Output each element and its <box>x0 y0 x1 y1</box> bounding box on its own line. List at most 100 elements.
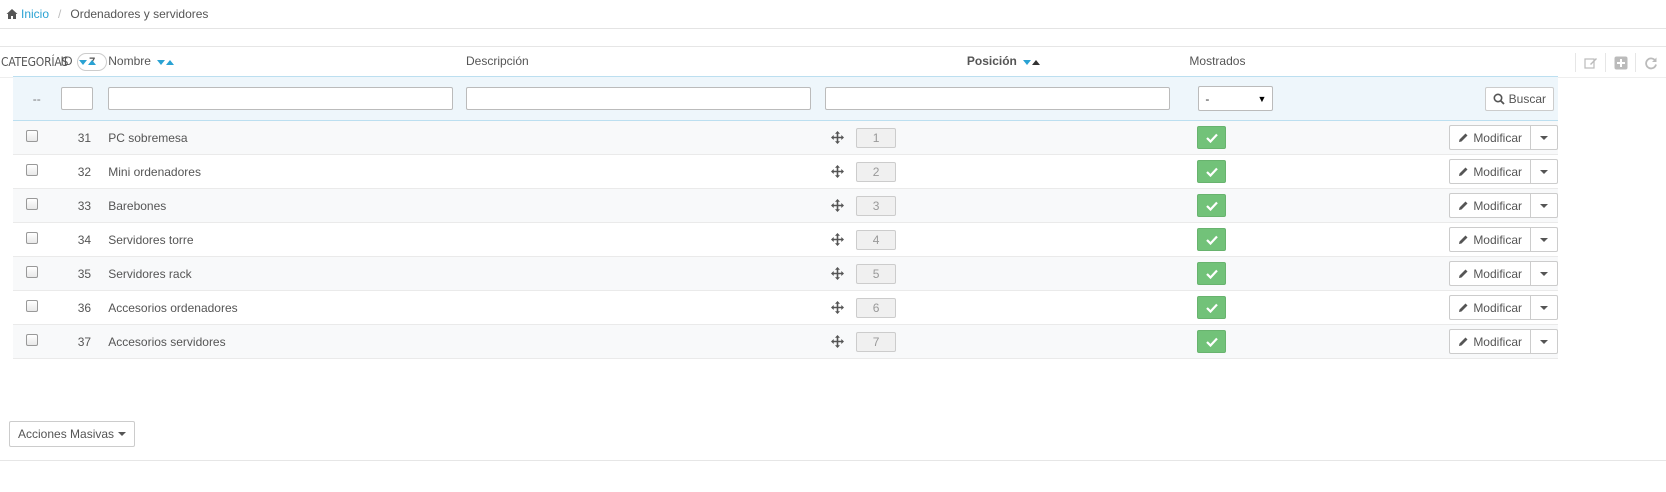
modify-button[interactable]: Modificar <box>1449 159 1531 184</box>
header-shown-label: Mostrados <box>1189 54 1246 68</box>
sort-desc-icon[interactable] <box>1023 60 1032 66</box>
row-name: Accesorios servidores <box>108 324 466 359</box>
pencil-icon <box>1459 269 1468 278</box>
row-actions-cell: Modificar <box>1435 120 1558 155</box>
search-icon <box>1493 92 1505 105</box>
row-dropdown-button[interactable] <box>1531 159 1558 184</box>
sort-asc-icon[interactable] <box>1032 60 1041 66</box>
modify-button[interactable]: Modificar <box>1449 125 1531 150</box>
shown-toggle[interactable] <box>1197 228 1227 251</box>
table-row[interactable]: 35 Servidores rack 5 Modificar <box>13 256 1558 291</box>
row-actions-cell: Modificar <box>1435 256 1558 291</box>
sort-arrows-position[interactable] <box>1023 54 1041 68</box>
move-icon[interactable] <box>830 301 844 314</box>
row-checkbox[interactable] <box>26 164 38 177</box>
modify-button[interactable]: Modificar <box>1449 193 1531 218</box>
row-name: Servidores rack <box>108 256 466 291</box>
move-icon[interactable] <box>830 165 844 178</box>
modify-button-label: Modificar <box>1473 232 1522 247</box>
row-actions-cell: Modificar <box>1435 324 1558 359</box>
row-dropdown-button[interactable] <box>1531 193 1558 218</box>
caret-down-icon <box>1540 203 1548 208</box>
row-position-cell: 2 <box>824 154 1184 189</box>
shown-toggle[interactable] <box>1197 126 1227 149</box>
shown-toggle[interactable] <box>1197 262 1227 285</box>
shown-toggle[interactable] <box>1197 296 1227 319</box>
refresh-button[interactable] <box>1635 53 1665 72</box>
caret-down-icon <box>1540 169 1548 174</box>
row-shown-cell <box>1183 154 1436 189</box>
breadcrumb: Inicio / Ordenadores y servidores <box>0 0 1666 29</box>
modify-button-label: Modificar <box>1473 266 1522 281</box>
row-checkbox[interactable] <box>26 198 38 211</box>
sort-asc-icon[interactable] <box>87 60 96 66</box>
row-id: 33 <box>60 188 109 223</box>
row-checkbox[interactable] <box>26 334 38 347</box>
filter-position-input[interactable] <box>824 87 1170 110</box>
check-icon <box>1206 303 1218 313</box>
bulk-actions-label: Acciones Masivas <box>18 427 115 441</box>
sort-arrows-name[interactable] <box>157 54 175 68</box>
table-row[interactable]: 33 Barebones 3 Modificar <box>13 188 1558 223</box>
breadcrumb-current: Ordenadores y servidores <box>70 7 209 21</box>
filter-shown-select[interactable]: - ▼ <box>1198 86 1274 111</box>
modify-button[interactable]: Modificar <box>1449 227 1531 252</box>
header-name: Nombre <box>108 46 466 77</box>
modify-button-label: Modificar <box>1473 164 1522 179</box>
row-name: Accesorios ordenadores <box>108 290 466 325</box>
move-icon[interactable] <box>830 335 844 348</box>
shown-toggle[interactable] <box>1197 330 1227 353</box>
row-description <box>465 154 825 189</box>
row-dropdown-button[interactable] <box>1531 261 1558 286</box>
table-row[interactable]: 31 PC sobremesa 1 Modificar <box>13 120 1558 155</box>
modify-button[interactable]: Modificar <box>1449 261 1531 286</box>
panel-toolbar <box>1575 53 1665 72</box>
row-name: Servidores torre <box>108 222 466 257</box>
breadcrumb-home-link[interactable]: Inicio <box>21 7 49 21</box>
table-row[interactable]: 37 Accesorios servidores 7 Modificar <box>13 324 1558 359</box>
sort-desc-icon[interactable] <box>78 60 87 66</box>
move-icon[interactable] <box>830 233 844 246</box>
row-dropdown-button[interactable] <box>1531 329 1558 354</box>
row-id: 32 <box>60 154 109 189</box>
row-checkbox[interactable] <box>26 300 38 313</box>
table-row[interactable]: 34 Servidores torre 4 Modificar <box>13 222 1558 257</box>
header-position: Posición <box>825 46 1184 77</box>
row-id: 35 <box>60 256 109 291</box>
row-position: 3 <box>856 195 897 216</box>
search-button[interactable]: Buscar <box>1484 86 1554 111</box>
row-shown-cell <box>1183 188 1436 223</box>
row-checkbox[interactable] <box>26 266 38 279</box>
modify-button[interactable]: Modificar <box>1449 329 1531 354</box>
sort-arrows-id[interactable] <box>78 54 97 68</box>
row-id: 34 <box>60 222 109 257</box>
filter-id-input[interactable] <box>60 87 93 110</box>
shown-toggle[interactable] <box>1197 194 1227 217</box>
table-row[interactable]: 36 Accesorios ordenadores 6 Modificar <box>13 290 1558 325</box>
row-dropdown-button[interactable] <box>1531 125 1558 150</box>
row-action-group: Modificar <box>1449 329 1558 354</box>
move-icon[interactable] <box>830 131 844 144</box>
sort-asc-icon[interactable] <box>166 60 175 66</box>
modify-button[interactable]: Modificar <box>1449 295 1531 320</box>
row-name: Barebones <box>108 188 466 223</box>
bulk-actions-button[interactable]: Acciones Masivas <box>9 421 136 447</box>
row-dropdown-button[interactable] <box>1531 295 1558 320</box>
row-action-group: Modificar <box>1449 193 1558 218</box>
add-button[interactable] <box>1605 53 1635 72</box>
filter-description-input[interactable] <box>465 87 811 110</box>
row-checkbox[interactable] <box>26 232 38 245</box>
move-icon[interactable] <box>830 199 844 212</box>
row-shown-cell <box>1183 222 1436 257</box>
row-actions-cell: Modificar <box>1435 290 1558 325</box>
row-checkbox[interactable] <box>26 130 38 143</box>
move-icon[interactable] <box>830 267 844 280</box>
header-position-label: Posición <box>966 53 1017 68</box>
edit-list-button[interactable] <box>1575 53 1605 72</box>
row-description <box>465 188 825 223</box>
table-row[interactable]: 32 Mini ordenadores 2 Modificar <box>13 154 1558 189</box>
shown-toggle[interactable] <box>1197 160 1227 183</box>
filter-name-input[interactable] <box>108 87 454 110</box>
row-dropdown-button[interactable] <box>1531 227 1558 252</box>
sort-desc-icon[interactable] <box>157 60 166 66</box>
